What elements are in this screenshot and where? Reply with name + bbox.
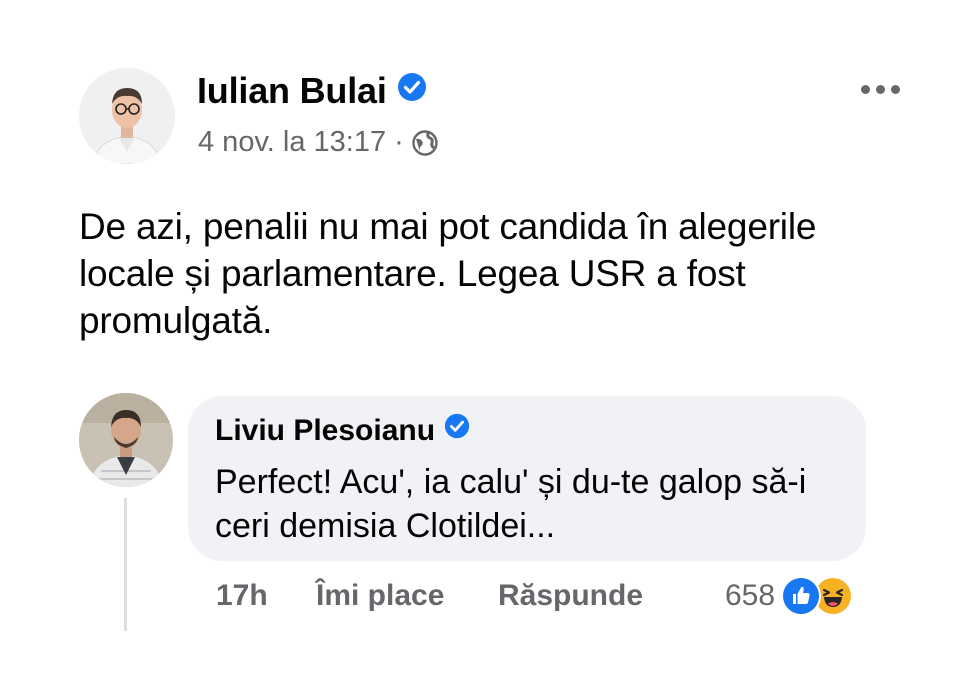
comment-text: Perfect! Acu', ia calu' și du-te galop s… [215,463,807,545]
more-horizontal-icon [860,84,870,94]
verified-badge-icon [397,69,427,111]
thread-line [124,498,127,631]
reactions-summary[interactable]: 658 [725,574,854,618]
post-timestamp[interactable]: 4 nov. la 13:17 [198,126,386,159]
meta-separator: · [394,126,404,158]
comment-timestamp[interactable]: 17h [216,579,268,613]
verified-badge-icon [444,413,470,447]
like-button[interactable]: Îmi place [316,579,444,613]
more-horizontal-icon [890,84,900,94]
post-text: De azi, penalii nu mai pot candida în al… [79,206,817,341]
post-meta: 4 nov. la 13:17 · [198,126,438,159]
post-author-avatar[interactable] [79,68,175,164]
comment-author-avatar[interactable] [79,393,173,487]
more-horizontal-icon [875,84,885,94]
reply-button[interactable]: Răspunde [498,579,643,613]
globe-icon[interactable] [412,129,438,156]
reaction-count: 658 [725,579,776,612]
like-reaction-icon [781,576,822,616]
post-author-name[interactable]: Iulian Bulai [197,70,427,114]
comment-author-name[interactable]: Liviu Plesoianu [215,413,470,449]
more-options-button[interactable] [854,74,906,104]
